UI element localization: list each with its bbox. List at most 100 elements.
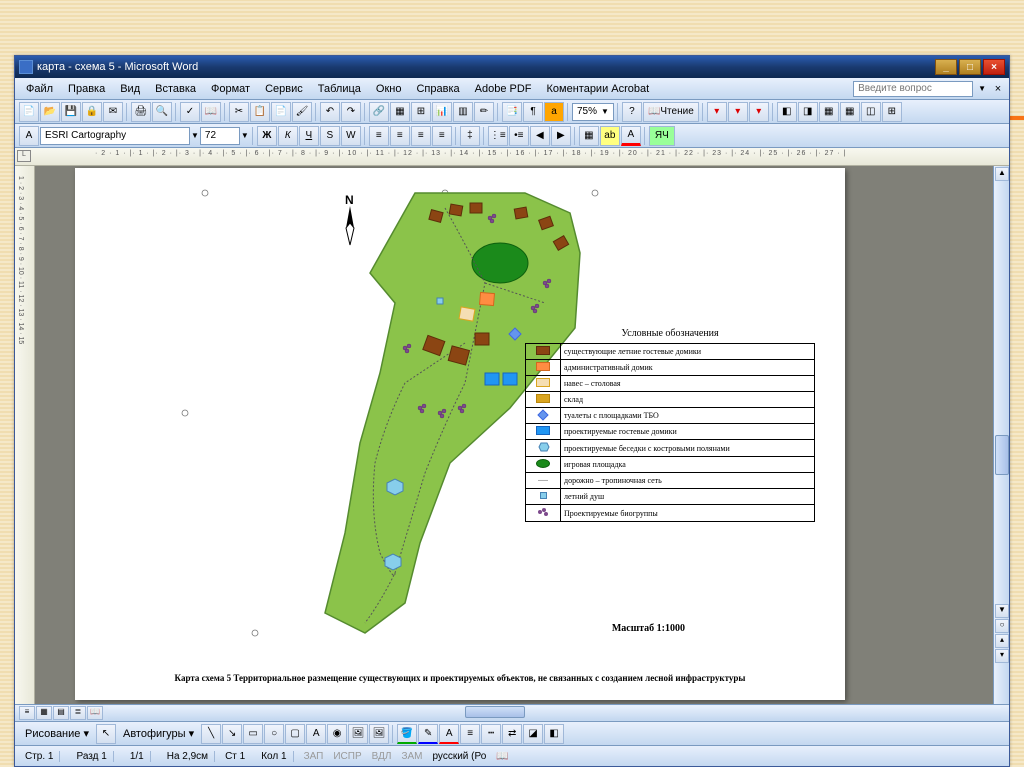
web-view-button[interactable]: ▦ [36, 706, 52, 720]
mail-button[interactable]: ✉ [103, 102, 123, 122]
tb-extra-5[interactable]: ◫ [861, 102, 881, 122]
styles-button[interactable]: A [19, 126, 39, 146]
italic-button[interactable]: К [278, 126, 298, 146]
new-doc-button[interactable]: 📄 [19, 102, 39, 122]
bullets-button[interactable]: •≡ [509, 126, 529, 146]
font-select[interactable] [40, 127, 190, 145]
copy-button[interactable]: 📋 [250, 102, 270, 122]
menu-help[interactable]: Справка [409, 81, 466, 97]
clipart-button[interactable]: 🖼 [348, 724, 368, 744]
shadow-button[interactable]: S [320, 126, 340, 146]
tb-extra-4[interactable]: ▦ [840, 102, 860, 122]
status-rec[interactable]: ЗАП [304, 751, 324, 762]
scroll-up-button[interactable]: ▲ [995, 167, 1009, 181]
prev-page-nav[interactable]: ▴ [995, 634, 1009, 648]
vertical-scrollbar[interactable]: ▲ ▼ ○ ▴ ▾ [993, 166, 1009, 704]
browse-object-button[interactable]: ○ [995, 619, 1009, 633]
status-spellcheck-icon[interactable]: 📖 [496, 751, 508, 762]
tb-extra-6[interactable]: ⊞ [882, 102, 902, 122]
minimize-button[interactable]: _ [935, 59, 957, 75]
ruler-corner[interactable]: L [17, 150, 31, 162]
next-page-nav[interactable]: ▾ [995, 649, 1009, 663]
scroll-thumb-v[interactable] [995, 435, 1009, 475]
excel-button[interactable]: 📊 [432, 102, 452, 122]
envelope-button[interactable]: a [544, 102, 564, 122]
help-button[interactable]: ? [622, 102, 642, 122]
print-view-button[interactable]: ▤ [53, 706, 69, 720]
reading-view-button[interactable]: 📖 [87, 706, 103, 720]
menu-adobe-pdf[interactable]: Adobe PDF [468, 81, 539, 97]
font-color-draw-button[interactable]: A [439, 724, 459, 744]
close-button[interactable]: × [983, 59, 1005, 75]
diagram-button[interactable]: ◉ [327, 724, 347, 744]
menu-acrobat-comments[interactable]: Коментарии Acrobat [540, 81, 657, 97]
autoshapes-menu[interactable]: Автофигуры ▾ [117, 725, 200, 742]
preview-button[interactable]: 🔍 [152, 102, 172, 122]
reading-layout-button[interactable]: 📖 Чтение [643, 102, 699, 122]
align-left-button[interactable]: ≡ [369, 126, 389, 146]
pdf-review-button[interactable]: ▾ [749, 102, 769, 122]
menu-edit[interactable]: Правка [61, 81, 112, 97]
format-painter-button[interactable]: 🖌 [292, 102, 312, 122]
pdf-email-button[interactable]: ▾ [728, 102, 748, 122]
arrow-button[interactable]: ↘ [222, 724, 242, 744]
borders-button[interactable]: ▦ [579, 126, 599, 146]
cut-button[interactable]: ✂ [229, 102, 249, 122]
menu-format[interactable]: Формат [204, 81, 257, 97]
permissions-button[interactable]: 🔒 [82, 102, 102, 122]
align-right-button[interactable]: ≡ [411, 126, 431, 146]
undo-button[interactable]: ↶ [320, 102, 340, 122]
paste-button[interactable]: 📄 [271, 102, 291, 122]
numbering-button[interactable]: ⋮≡ [488, 126, 508, 146]
justify-button[interactable]: ≡ [432, 126, 452, 146]
line-spacing-button[interactable]: ‡ [460, 126, 480, 146]
status-ovr[interactable]: ЗАМ [401, 751, 422, 762]
pdf-button[interactable]: ▾ [707, 102, 727, 122]
wordart-button[interactable]: A [306, 724, 326, 744]
redo-button[interactable]: ↷ [341, 102, 361, 122]
scroll-down-button[interactable]: ▼ [995, 604, 1009, 618]
fill-color-button[interactable]: 🪣 [397, 724, 417, 744]
doc-close-button[interactable]: × [991, 82, 1005, 96]
lang-button[interactable]: ЯЧ [649, 126, 675, 146]
menu-tools[interactable]: Сервис [258, 81, 310, 97]
vertical-ruler[interactable]: 1 · 2 · 3 · 4 · 5 · 6 · 7 · 8 · 9 · 10 ·… [15, 166, 35, 704]
save-button[interactable]: 💾 [61, 102, 81, 122]
tb-extra-3[interactable]: ▦ [819, 102, 839, 122]
align-center-button[interactable]: ≡ [390, 126, 410, 146]
open-button[interactable]: 📂 [40, 102, 60, 122]
arrow-style-button[interactable]: ⇄ [502, 724, 522, 744]
hyperlink-button[interactable]: 🔗 [369, 102, 389, 122]
insert-table-button[interactable]: ⊞ [411, 102, 431, 122]
maximize-button[interactable]: □ [959, 59, 981, 75]
textbox-button[interactable]: ▢ [285, 724, 305, 744]
status-ext[interactable]: ВДЛ [372, 751, 392, 762]
help-dropdown-arrow[interactable]: ▼ [978, 84, 986, 93]
docmap-button[interactable]: 📑 [502, 102, 522, 122]
normal-view-button[interactable]: ≡ [19, 706, 35, 720]
help-search-input[interactable] [853, 81, 973, 97]
highlight-button[interactable]: ab [600, 126, 620, 146]
decrease-indent-button[interactable]: ◀ [530, 126, 550, 146]
horizontal-scrollbar[interactable] [108, 706, 1001, 720]
underline-button[interactable]: Ч [299, 126, 319, 146]
show-marks-button[interactable]: ¶ [523, 102, 543, 122]
select-objects-button[interactable]: ↖ [96, 724, 116, 744]
picture-button[interactable]: 🖼 [369, 724, 389, 744]
outline-view-button[interactable]: ≣ [70, 706, 86, 720]
drawing-button[interactable]: ✏ [474, 102, 494, 122]
zoom-dropdown[interactable]: 75%▼ [572, 103, 614, 121]
menu-view[interactable]: Вид [113, 81, 147, 97]
increase-indent-button[interactable]: ▶ [551, 126, 571, 146]
font-size-select[interactable] [200, 127, 240, 145]
columns-button[interactable]: ▥ [453, 102, 473, 122]
menu-insert[interactable]: Вставка [148, 81, 203, 97]
line-style-button[interactable]: ≡ [460, 724, 480, 744]
tb-extra-2[interactable]: ◨ [798, 102, 818, 122]
spellcheck-button[interactable]: ✓ [180, 102, 200, 122]
font-color-button[interactable]: A [621, 126, 641, 146]
3d-style-button[interactable]: ◧ [544, 724, 564, 744]
status-language[interactable]: русский (Ро [432, 751, 486, 762]
menu-file[interactable]: Файл [19, 81, 60, 97]
tables-button[interactable]: ▦ [390, 102, 410, 122]
